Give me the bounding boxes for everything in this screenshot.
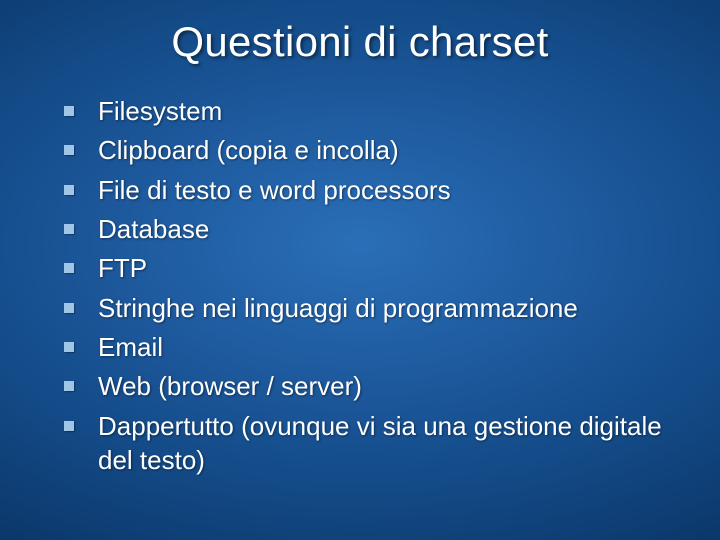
bullet-icon bbox=[64, 106, 74, 116]
list-item-text: Filesystem bbox=[98, 96, 222, 126]
list-item-text: Stringhe nei linguaggi di programmazione bbox=[98, 293, 578, 323]
bullet-icon bbox=[64, 381, 74, 391]
list-item: Clipboard (copia e incolla) bbox=[64, 133, 680, 167]
list-item-text: Dappertutto (ovunque vi sia una gestione… bbox=[98, 411, 662, 475]
slide: Questioni di charset Filesystem Clipboar… bbox=[0, 0, 720, 540]
list-item: File di testo e word processors bbox=[64, 173, 680, 207]
list-item: Stringhe nei linguaggi di programmazione bbox=[64, 291, 680, 325]
list-item: FTP bbox=[64, 251, 680, 285]
bullet-list: Filesystem Clipboard (copia e incolla) F… bbox=[40, 94, 680, 477]
list-item-text: Clipboard (copia e incolla) bbox=[98, 135, 399, 165]
list-item: Email bbox=[64, 330, 680, 364]
bullet-icon bbox=[64, 185, 74, 195]
bullet-icon bbox=[64, 224, 74, 234]
list-item-text: Database bbox=[98, 214, 209, 244]
list-item-text: Web (browser / server) bbox=[98, 371, 362, 401]
list-item: Dappertutto (ovunque vi sia una gestione… bbox=[64, 409, 680, 478]
list-item: Database bbox=[64, 212, 680, 246]
list-item: Web (browser / server) bbox=[64, 369, 680, 403]
bullet-icon bbox=[64, 421, 74, 431]
list-item-text: File di testo e word processors bbox=[98, 175, 451, 205]
bullet-icon bbox=[64, 303, 74, 313]
list-item-text: Email bbox=[98, 332, 163, 362]
list-item-text: FTP bbox=[98, 253, 147, 283]
list-item: Filesystem bbox=[64, 94, 680, 128]
bullet-icon bbox=[64, 342, 74, 352]
bullet-icon bbox=[64, 145, 74, 155]
bullet-icon bbox=[64, 263, 74, 273]
slide-title: Questioni di charset bbox=[40, 18, 680, 66]
